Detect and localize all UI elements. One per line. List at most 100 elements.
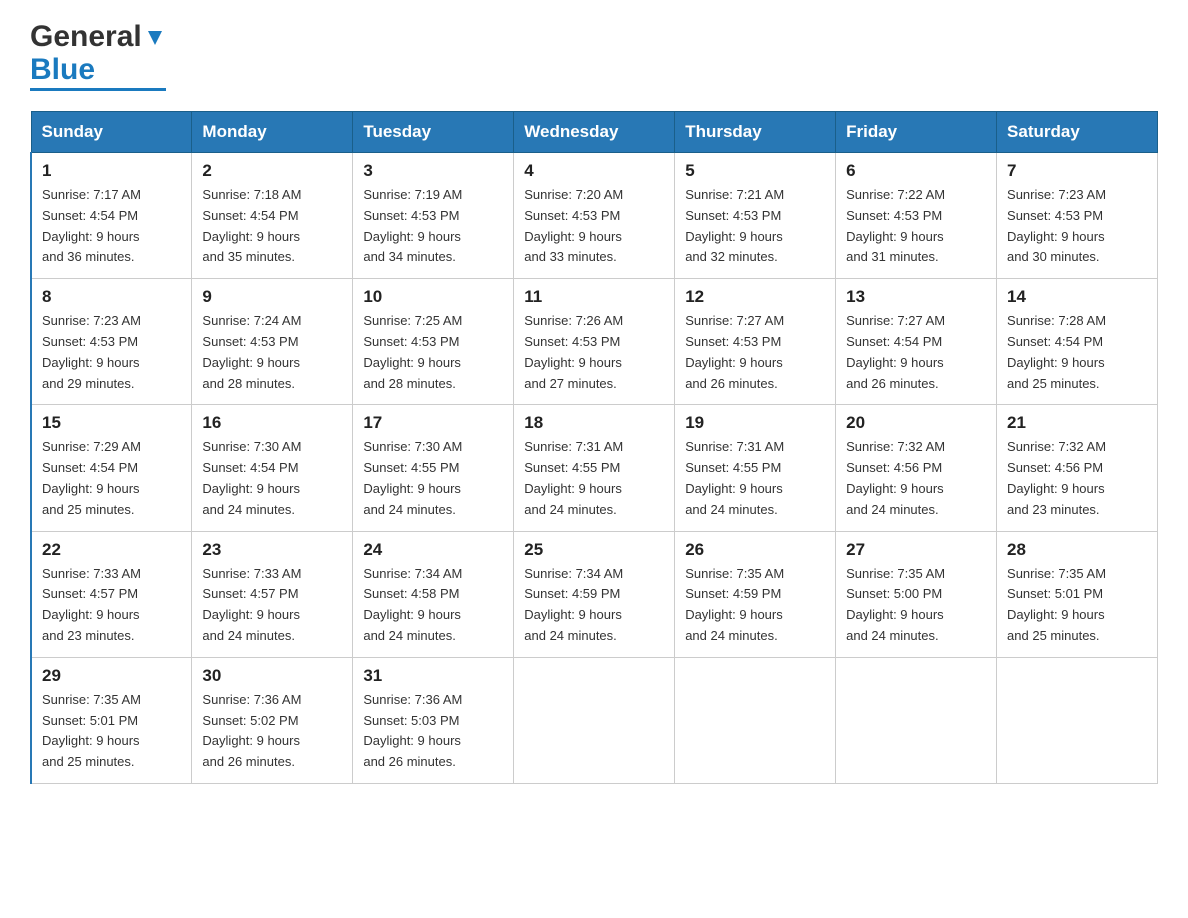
- day-number: 3: [363, 161, 503, 181]
- weekday-header-row: SundayMondayTuesdayWednesdayThursdayFrid…: [31, 112, 1158, 153]
- day-number: 15: [42, 413, 181, 433]
- day-info: Sunrise: 7:30 AM Sunset: 4:54 PM Dayligh…: [202, 437, 342, 520]
- calendar-cell: 14 Sunrise: 7:28 AM Sunset: 4:54 PM Dayl…: [997, 279, 1158, 405]
- day-info: Sunrise: 7:31 AM Sunset: 4:55 PM Dayligh…: [685, 437, 825, 520]
- weekday-header-wednesday: Wednesday: [514, 112, 675, 153]
- day-number: 31: [363, 666, 503, 686]
- day-info: Sunrise: 7:19 AM Sunset: 4:53 PM Dayligh…: [363, 185, 503, 268]
- day-info: Sunrise: 7:35 AM Sunset: 4:59 PM Dayligh…: [685, 564, 825, 647]
- day-info: Sunrise: 7:36 AM Sunset: 5:03 PM Dayligh…: [363, 690, 503, 773]
- day-info: Sunrise: 7:33 AM Sunset: 4:57 PM Dayligh…: [42, 564, 181, 647]
- day-info: Sunrise: 7:27 AM Sunset: 4:54 PM Dayligh…: [846, 311, 986, 394]
- day-info: Sunrise: 7:33 AM Sunset: 4:57 PM Dayligh…: [202, 564, 342, 647]
- calendar-week-row: 1 Sunrise: 7:17 AM Sunset: 4:54 PM Dayli…: [31, 153, 1158, 279]
- day-number: 27: [846, 540, 986, 560]
- day-info: Sunrise: 7:23 AM Sunset: 4:53 PM Dayligh…: [42, 311, 181, 394]
- day-number: 10: [363, 287, 503, 307]
- calendar-cell: 15 Sunrise: 7:29 AM Sunset: 4:54 PM Dayl…: [31, 405, 192, 531]
- logo-blue-text: Blue: [30, 53, 95, 86]
- day-info: Sunrise: 7:22 AM Sunset: 4:53 PM Dayligh…: [846, 185, 986, 268]
- day-number: 7: [1007, 161, 1147, 181]
- day-info: Sunrise: 7:28 AM Sunset: 4:54 PM Dayligh…: [1007, 311, 1147, 394]
- calendar-cell: 24 Sunrise: 7:34 AM Sunset: 4:58 PM Dayl…: [353, 531, 514, 657]
- day-number: 29: [42, 666, 181, 686]
- calendar-cell: 8 Sunrise: 7:23 AM Sunset: 4:53 PM Dayli…: [31, 279, 192, 405]
- calendar-cell: [997, 657, 1158, 783]
- calendar-cell: 23 Sunrise: 7:33 AM Sunset: 4:57 PM Dayl…: [192, 531, 353, 657]
- calendar-cell: 10 Sunrise: 7:25 AM Sunset: 4:53 PM Dayl…: [353, 279, 514, 405]
- calendar-cell: 11 Sunrise: 7:26 AM Sunset: 4:53 PM Dayl…: [514, 279, 675, 405]
- calendar-cell: 31 Sunrise: 7:36 AM Sunset: 5:03 PM Dayl…: [353, 657, 514, 783]
- calendar-week-row: 22 Sunrise: 7:33 AM Sunset: 4:57 PM Dayl…: [31, 531, 1158, 657]
- day-number: 19: [685, 413, 825, 433]
- day-info: Sunrise: 7:29 AM Sunset: 4:54 PM Dayligh…: [42, 437, 181, 520]
- day-info: Sunrise: 7:36 AM Sunset: 5:02 PM Dayligh…: [202, 690, 342, 773]
- day-info: Sunrise: 7:30 AM Sunset: 4:55 PM Dayligh…: [363, 437, 503, 520]
- page-header: General Blue: [30, 20, 1158, 91]
- day-number: 11: [524, 287, 664, 307]
- calendar-cell: 26 Sunrise: 7:35 AM Sunset: 4:59 PM Dayl…: [675, 531, 836, 657]
- day-info: Sunrise: 7:35 AM Sunset: 5:01 PM Dayligh…: [1007, 564, 1147, 647]
- day-number: 13: [846, 287, 986, 307]
- calendar-cell: 16 Sunrise: 7:30 AM Sunset: 4:54 PM Dayl…: [192, 405, 353, 531]
- day-info: Sunrise: 7:21 AM Sunset: 4:53 PM Dayligh…: [685, 185, 825, 268]
- calendar-cell: 20 Sunrise: 7:32 AM Sunset: 4:56 PM Dayl…: [836, 405, 997, 531]
- calendar-cell: 30 Sunrise: 7:36 AM Sunset: 5:02 PM Dayl…: [192, 657, 353, 783]
- day-number: 5: [685, 161, 825, 181]
- calendar-cell: 1 Sunrise: 7:17 AM Sunset: 4:54 PM Dayli…: [31, 153, 192, 279]
- day-number: 9: [202, 287, 342, 307]
- calendar-cell: 25 Sunrise: 7:34 AM Sunset: 4:59 PM Dayl…: [514, 531, 675, 657]
- day-info: Sunrise: 7:35 AM Sunset: 5:00 PM Dayligh…: [846, 564, 986, 647]
- day-number: 16: [202, 413, 342, 433]
- day-number: 30: [202, 666, 342, 686]
- day-info: Sunrise: 7:20 AM Sunset: 4:53 PM Dayligh…: [524, 185, 664, 268]
- calendar-cell: 27 Sunrise: 7:35 AM Sunset: 5:00 PM Dayl…: [836, 531, 997, 657]
- calendar-cell: [514, 657, 675, 783]
- weekday-header-thursday: Thursday: [675, 112, 836, 153]
- calendar-cell: 3 Sunrise: 7:19 AM Sunset: 4:53 PM Dayli…: [353, 153, 514, 279]
- day-info: Sunrise: 7:32 AM Sunset: 4:56 PM Dayligh…: [1007, 437, 1147, 520]
- day-info: Sunrise: 7:26 AM Sunset: 4:53 PM Dayligh…: [524, 311, 664, 394]
- calendar-cell: 2 Sunrise: 7:18 AM Sunset: 4:54 PM Dayli…: [192, 153, 353, 279]
- calendar-cell: 22 Sunrise: 7:33 AM Sunset: 4:57 PM Dayl…: [31, 531, 192, 657]
- calendar-cell: 29 Sunrise: 7:35 AM Sunset: 5:01 PM Dayl…: [31, 657, 192, 783]
- day-info: Sunrise: 7:34 AM Sunset: 4:58 PM Dayligh…: [363, 564, 503, 647]
- day-info: Sunrise: 7:17 AM Sunset: 4:54 PM Dayligh…: [42, 185, 181, 268]
- day-number: 28: [1007, 540, 1147, 560]
- day-number: 4: [524, 161, 664, 181]
- day-info: Sunrise: 7:31 AM Sunset: 4:55 PM Dayligh…: [524, 437, 664, 520]
- day-number: 8: [42, 287, 181, 307]
- day-info: Sunrise: 7:34 AM Sunset: 4:59 PM Dayligh…: [524, 564, 664, 647]
- day-number: 1: [42, 161, 181, 181]
- day-info: Sunrise: 7:35 AM Sunset: 5:01 PM Dayligh…: [42, 690, 181, 773]
- day-number: 21: [1007, 413, 1147, 433]
- calendar-week-row: 8 Sunrise: 7:23 AM Sunset: 4:53 PM Dayli…: [31, 279, 1158, 405]
- day-info: Sunrise: 7:23 AM Sunset: 4:53 PM Dayligh…: [1007, 185, 1147, 268]
- calendar-cell: 21 Sunrise: 7:32 AM Sunset: 4:56 PM Dayl…: [997, 405, 1158, 531]
- calendar-cell: 19 Sunrise: 7:31 AM Sunset: 4:55 PM Dayl…: [675, 405, 836, 531]
- day-info: Sunrise: 7:24 AM Sunset: 4:53 PM Dayligh…: [202, 311, 342, 394]
- weekday-header-monday: Monday: [192, 112, 353, 153]
- day-number: 14: [1007, 287, 1147, 307]
- day-info: Sunrise: 7:25 AM Sunset: 4:53 PM Dayligh…: [363, 311, 503, 394]
- day-info: Sunrise: 7:32 AM Sunset: 4:56 PM Dayligh…: [846, 437, 986, 520]
- calendar-week-row: 15 Sunrise: 7:29 AM Sunset: 4:54 PM Dayl…: [31, 405, 1158, 531]
- day-number: 20: [846, 413, 986, 433]
- day-number: 24: [363, 540, 503, 560]
- calendar-cell: 17 Sunrise: 7:30 AM Sunset: 4:55 PM Dayl…: [353, 405, 514, 531]
- weekday-header-tuesday: Tuesday: [353, 112, 514, 153]
- calendar-cell: 28 Sunrise: 7:35 AM Sunset: 5:01 PM Dayl…: [997, 531, 1158, 657]
- day-number: 6: [846, 161, 986, 181]
- calendar-table: SundayMondayTuesdayWednesdayThursdayFrid…: [30, 111, 1158, 784]
- day-info: Sunrise: 7:27 AM Sunset: 4:53 PM Dayligh…: [685, 311, 825, 394]
- day-number: 26: [685, 540, 825, 560]
- calendar-week-row: 29 Sunrise: 7:35 AM Sunset: 5:01 PM Dayl…: [31, 657, 1158, 783]
- day-number: 12: [685, 287, 825, 307]
- calendar-cell: 6 Sunrise: 7:22 AM Sunset: 4:53 PM Dayli…: [836, 153, 997, 279]
- calendar-cell: 9 Sunrise: 7:24 AM Sunset: 4:53 PM Dayli…: [192, 279, 353, 405]
- logo-underline: [30, 88, 166, 91]
- calendar-cell: 18 Sunrise: 7:31 AM Sunset: 4:55 PM Dayl…: [514, 405, 675, 531]
- day-number: 17: [363, 413, 503, 433]
- calendar-cell: 13 Sunrise: 7:27 AM Sunset: 4:54 PM Dayl…: [836, 279, 997, 405]
- weekday-header-friday: Friday: [836, 112, 997, 153]
